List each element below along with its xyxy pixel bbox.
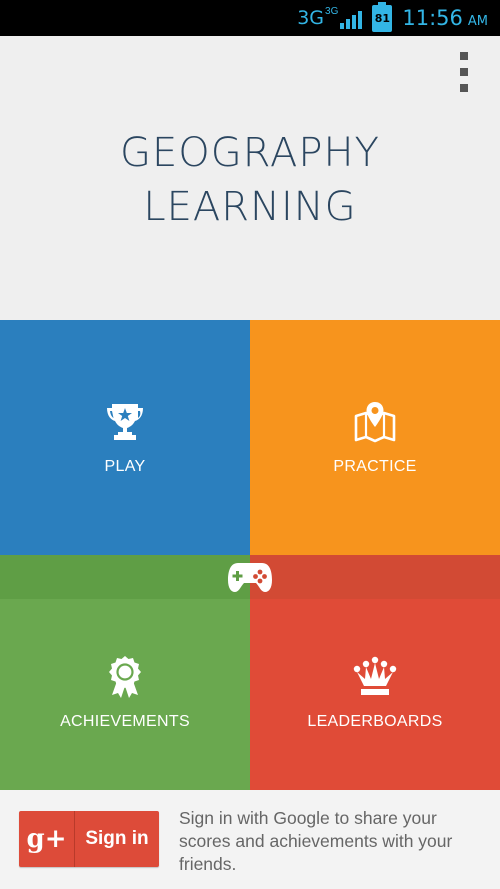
play-label: PLAY: [104, 457, 146, 475]
achievements-label: ACHIEVEMENTS: [60, 712, 190, 730]
trophy-icon: [107, 403, 143, 440]
network-indicator: 3G 3G: [297, 6, 363, 29]
map-pin-icon: [354, 401, 396, 442]
signal-strength-icon: [340, 11, 363, 29]
app-title: GEOGRAPHY LEARNING: [0, 126, 500, 234]
google-plus-icon: g+: [19, 811, 75, 867]
clock: 11:56 AM: [402, 6, 488, 30]
practice-label: PRACTICE: [333, 457, 417, 475]
leaderboards-header-band: [250, 555, 500, 599]
battery-level: 81: [374, 11, 391, 25]
clock-time: 11:56: [402, 6, 463, 30]
status-bar: 3G 3G 81 11:56 AM: [0, 0, 500, 36]
leaderboards-label: LEADERBOARDS: [307, 712, 443, 730]
overflow-menu-icon[interactable]: [454, 52, 474, 92]
play-tile[interactable]: PLAY: [0, 320, 250, 555]
achievements-header-band: [0, 555, 250, 599]
leaderboards-content: LEADERBOARDS: [307, 655, 442, 731]
google-signin-button[interactable]: g+ Sign in: [19, 811, 159, 867]
signin-description: Sign in with Google to share your scores…: [179, 808, 453, 874]
clock-ampm: AM: [467, 14, 488, 29]
award-ribbon-icon: [109, 655, 141, 698]
signin-label: Sign in: [85, 828, 149, 849]
crown-icon: [353, 656, 397, 695]
google-plus-label: g+: [26, 824, 67, 854]
signin-bar: g+ Sign in Sign in with Google to share …: [0, 790, 500, 889]
network-type: 3G: [297, 7, 325, 29]
app-title-line2: LEARNING: [143, 184, 357, 230]
achievements-content: ACHIEVEMENTS: [60, 655, 190, 731]
gamepad-icon: [228, 563, 272, 592]
battery-icon: 81: [372, 1, 393, 32]
practice-tile[interactable]: PRACTICE: [250, 320, 500, 555]
app-title-line1: GEOGRAPHY: [120, 130, 380, 176]
network-type-small: 3G: [325, 6, 339, 17]
